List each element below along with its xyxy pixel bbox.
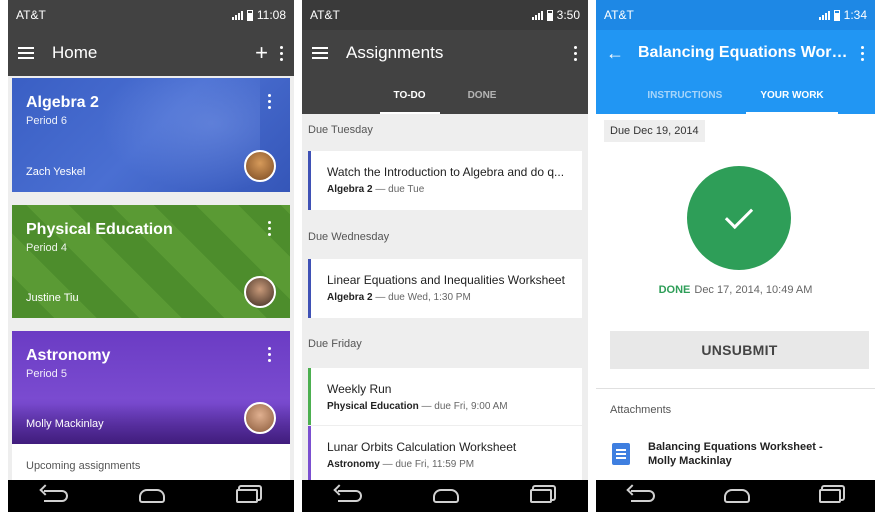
tab-done[interactable]: DONE xyxy=(462,76,503,114)
phone-home-screen: AT&T 11:08 Home + Algebra 2 Period 6 Zac… xyxy=(8,0,294,512)
clock: 3:50 xyxy=(556,8,580,22)
assignment-class: Astronomy xyxy=(327,459,380,470)
more-options-icon[interactable] xyxy=(861,45,865,61)
app-bar: Home + xyxy=(8,30,294,76)
more-options-icon[interactable] xyxy=(280,45,284,61)
system-nav-bar xyxy=(8,480,294,512)
assignment-due: due Fri, 9:00 AM xyxy=(434,401,508,412)
class-teacher: Justine Tiu xyxy=(26,292,79,304)
attachments-heading: Attachments xyxy=(610,404,672,416)
recent-apps-icon[interactable] xyxy=(236,489,259,503)
class-teacher: Molly Mackinlay xyxy=(26,418,104,430)
carrier-label: AT&T xyxy=(604,8,634,22)
assignment-due: due Wed, 1:30 PM xyxy=(388,292,471,303)
more-options-icon[interactable] xyxy=(574,45,578,61)
assignment-class: Physical Education xyxy=(327,401,419,412)
class-card-astronomy[interactable]: Astronomy Period 5 Molly Mackinlay xyxy=(12,331,290,444)
home-icon[interactable] xyxy=(138,489,165,503)
done-label: DONE xyxy=(658,284,691,296)
tab-bar: TO-DO DONE xyxy=(302,76,588,114)
battery-icon xyxy=(833,9,840,21)
clock: 1:34 xyxy=(843,8,867,22)
due-group-header: Due Friday xyxy=(308,338,362,350)
class-period: Period 5 xyxy=(26,368,67,380)
home-icon[interactable] xyxy=(723,489,750,503)
done-timestamp: Dec 17, 2014, 10:49 AM xyxy=(694,284,813,296)
system-nav-bar xyxy=(596,480,875,512)
done-status-circle xyxy=(687,166,791,270)
assignment-item[interactable]: Weekly Run Physical Education — due Fri,… xyxy=(308,368,582,425)
class-name: Astronomy xyxy=(26,347,111,364)
phone-assignments-screen: AT&T 3:50 Assignments TO-DO DONE Due Tue… xyxy=(302,0,588,512)
battery-icon xyxy=(546,9,553,21)
class-name: Physical Education xyxy=(26,221,173,238)
tab-to-do[interactable]: TO-DO xyxy=(379,76,440,114)
assignment-title: Lunar Orbits Calculation Worksheet xyxy=(327,440,517,454)
back-icon[interactable] xyxy=(630,490,655,502)
system-nav-bar xyxy=(302,480,588,512)
assignment-class: Algebra 2 xyxy=(327,184,373,195)
assignment-due: due Tue xyxy=(388,184,425,195)
upcoming-assignments-label: Upcoming assignments xyxy=(26,460,141,472)
clock: 11:08 xyxy=(256,8,286,22)
attachment-link[interactable]: Balancing Equations Worksheet - Molly Ma… xyxy=(648,440,848,468)
due-group-header: Due Wednesday xyxy=(308,231,390,243)
status-bar: AT&T 3:50 xyxy=(302,0,588,30)
assignment-due: due Fri, 11:59 PM xyxy=(395,459,475,470)
signal-icon xyxy=(531,10,543,20)
phone-your-work-screen: AT&T 1:34 ← Balancing Equations Works...… xyxy=(596,0,875,512)
class-options-icon[interactable] xyxy=(268,347,272,362)
carrier-label: AT&T xyxy=(310,8,340,22)
recent-apps-icon[interactable] xyxy=(818,489,841,503)
app-bar: ← Balancing Equations Works... xyxy=(596,30,875,76)
menu-icon[interactable] xyxy=(18,47,34,59)
due-date-chip: Due Dec 19, 2014 xyxy=(604,120,705,142)
assignment-item[interactable]: Linear Equations and Inequalities Worksh… xyxy=(308,259,582,318)
class-card-physical-education[interactable]: Physical Education Period 4 Justine Tiu xyxy=(12,205,290,318)
teacher-avatar xyxy=(244,402,276,434)
menu-icon[interactable] xyxy=(312,47,328,59)
class-period: Period 4 xyxy=(26,242,67,254)
class-teacher: Zach Yeskel xyxy=(26,166,86,178)
tab-instructions[interactable]: INSTRUCTIONS xyxy=(641,76,728,114)
app-bar: Assignments xyxy=(302,30,588,76)
teacher-avatar xyxy=(244,150,276,182)
upcoming-assignments-section[interactable]: Upcoming assignments xyxy=(12,444,290,480)
page-title: Home xyxy=(52,43,98,62)
class-name: Algebra 2 xyxy=(26,94,99,111)
back-arrow-icon[interactable]: ← xyxy=(606,44,624,62)
document-icon xyxy=(612,443,630,465)
assignment-item[interactable]: Lunar Orbits Calculation Worksheet Astro… xyxy=(308,426,582,480)
divider xyxy=(596,388,875,389)
assignment-class: Algebra 2 xyxy=(327,292,373,303)
class-options-icon[interactable] xyxy=(268,94,272,109)
home-icon[interactable] xyxy=(432,489,459,503)
signal-icon xyxy=(231,10,243,20)
status-bar: AT&T 1:34 xyxy=(596,0,875,30)
back-icon[interactable] xyxy=(337,490,362,502)
tab-your-work[interactable]: YOUR WORK xyxy=(746,76,839,114)
battery-icon xyxy=(246,9,253,21)
class-options-icon[interactable] xyxy=(268,221,272,236)
class-card-algebra-2[interactable]: Algebra 2 Period 6 Zach Yeskel xyxy=(12,78,290,192)
done-status-line: DONE Dec 17, 2014, 10:49 AM xyxy=(596,284,875,296)
assignment-title: Watch the Introduction to Algebra and do… xyxy=(327,165,565,179)
assignment-title: Linear Equations and Inequalities Worksh… xyxy=(327,273,565,287)
page-title: Balancing Equations Works... xyxy=(638,44,849,61)
class-period: Period 6 xyxy=(26,115,67,127)
assignment-item[interactable]: Watch the Introduction to Algebra and do… xyxy=(308,151,582,210)
status-bar: AT&T 11:08 xyxy=(8,0,294,30)
carrier-label: AT&T xyxy=(16,8,46,22)
signal-icon xyxy=(818,10,830,20)
add-icon[interactable]: + xyxy=(255,42,268,64)
due-group-header: Due Tuesday xyxy=(308,124,373,136)
assignment-title: Weekly Run xyxy=(327,382,392,396)
unsubmit-button[interactable]: UNSUBMIT xyxy=(610,331,869,369)
checkmark-icon xyxy=(724,200,754,230)
tab-bar: INSTRUCTIONS YOUR WORK xyxy=(596,76,875,114)
recent-apps-icon[interactable] xyxy=(530,489,553,503)
teacher-avatar xyxy=(244,276,276,308)
page-title: Assignments xyxy=(346,43,444,62)
back-icon[interactable] xyxy=(43,490,68,502)
